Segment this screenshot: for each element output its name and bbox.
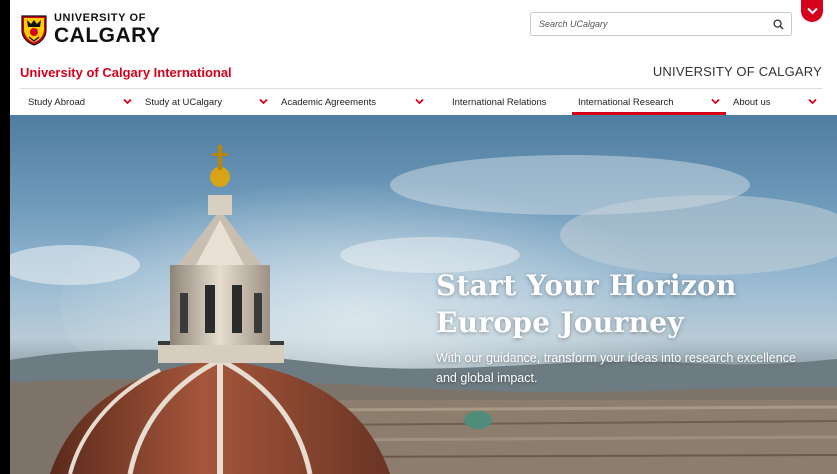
chevron-down-icon[interactable] bbox=[415, 97, 424, 106]
nav-label: International Research bbox=[578, 96, 674, 108]
chevron-down-icon[interactable] bbox=[808, 97, 817, 106]
logo-line2: CALGARY bbox=[54, 24, 161, 47]
nav-item-international-relations[interactable]: International Relations bbox=[452, 89, 547, 115]
chevron-down-icon[interactable] bbox=[123, 97, 132, 106]
top-bar: UNIVERSITY OF CALGARY bbox=[10, 0, 837, 55]
nav-label: International Relations bbox=[452, 96, 547, 108]
search-input[interactable] bbox=[531, 13, 767, 35]
chevron-down-icon bbox=[806, 7, 818, 15]
hero-banner: Start Your Horizon Europe Journey With o… bbox=[10, 115, 837, 474]
crest-icon bbox=[21, 14, 47, 46]
universal-menu-toggle[interactable] bbox=[801, 0, 823, 22]
nav-label: Academic Agreements bbox=[281, 96, 377, 108]
hero-subtitle: With our guidance, transform your ideas … bbox=[436, 351, 796, 385]
university-link[interactable]: UNIVERSITY OF CALGARY bbox=[653, 64, 822, 79]
logo-wordmark: UNIVERSITY OF CALGARY bbox=[54, 12, 161, 47]
search-icon bbox=[772, 18, 784, 30]
nav-item-about-us[interactable]: About us bbox=[733, 89, 771, 115]
page: UNIVERSITY OF CALGARY University of Calg… bbox=[10, 0, 837, 474]
nav-item-study-abroad[interactable]: Study Abroad bbox=[28, 89, 85, 115]
nav-label: About us bbox=[733, 96, 771, 108]
nav-label: Study at UCalgary bbox=[145, 96, 223, 108]
hero-title-line1: Start Your Horizon bbox=[436, 269, 737, 302]
hero-title-line2: Europe Journey bbox=[436, 306, 684, 339]
search-button[interactable] bbox=[769, 16, 787, 32]
search-box bbox=[530, 12, 792, 36]
site-title[interactable]: University of Calgary International bbox=[20, 65, 232, 80]
chevron-down-icon[interactable] bbox=[259, 97, 268, 106]
nav-label: Study Abroad bbox=[28, 96, 86, 108]
university-logo[interactable]: UNIVERSITY OF CALGARY bbox=[20, 13, 161, 46]
nav-item-study-at-ucalgary[interactable]: Study at UCalgary bbox=[145, 89, 222, 115]
hero-title: Start Your Horizon Europe Journey bbox=[436, 267, 737, 341]
logo-line1: UNIVERSITY OF bbox=[54, 12, 146, 24]
chevron-down-icon[interactable] bbox=[711, 97, 720, 106]
nav-item-academic-agreements[interactable]: Academic Agreements bbox=[281, 89, 376, 115]
